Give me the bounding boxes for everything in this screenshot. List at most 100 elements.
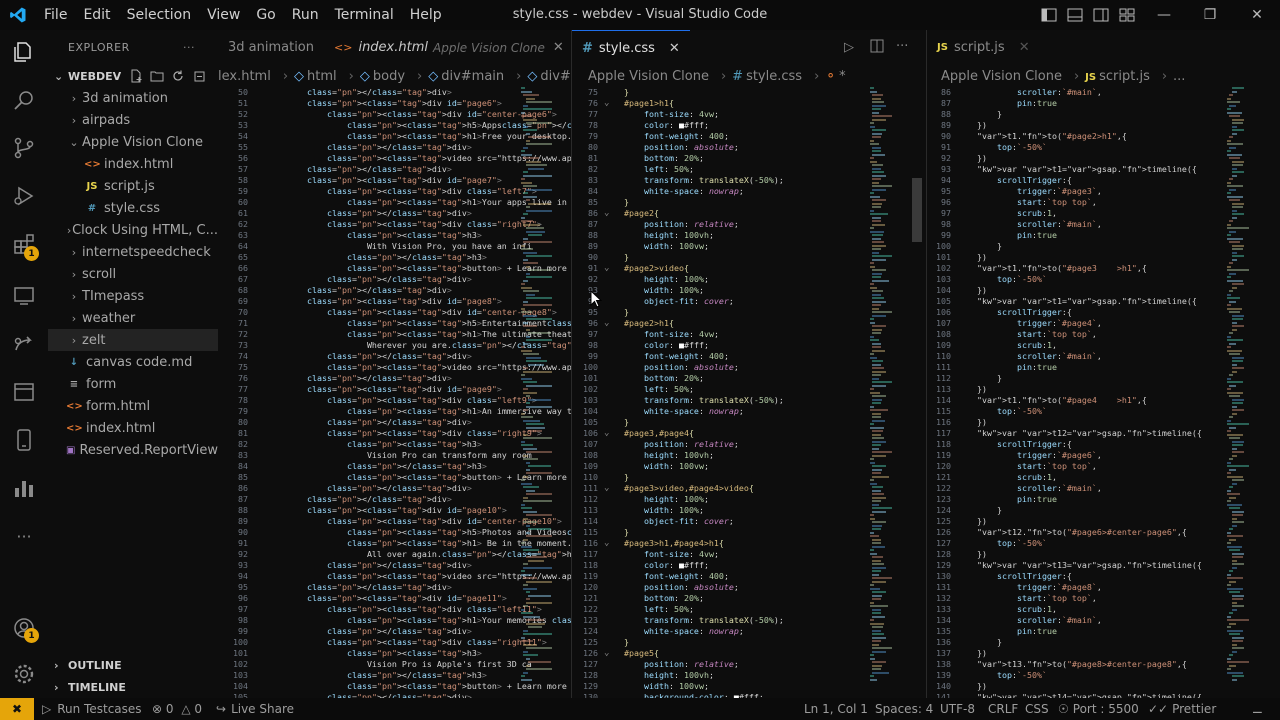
folder-item[interactable]: › scroll: [48, 263, 218, 285]
file-item[interactable]: JS script.js: [48, 175, 218, 197]
folder-item[interactable]: › Clock Using HTML, C...: [48, 219, 218, 241]
file-item[interactable]: ↓ canvas code.md: [48, 351, 218, 373]
run-testcases[interactable]: ▷ Run Testcases: [42, 698, 142, 720]
bar-chart-icon[interactable]: [10, 474, 38, 502]
notifications-bell-icon[interactable]: ⚊: [1252, 698, 1263, 720]
fold-chevron-icon[interactable]: ⌄: [604, 648, 609, 659]
close-tab-icon[interactable]: ✕: [1019, 40, 1030, 55]
split-editor-icon[interactable]: [870, 39, 884, 57]
breadcrumb-item[interactable]: Apple Vision Clone: [588, 69, 715, 84]
breadcrumb-item[interactable]: ◇ html: [294, 69, 343, 84]
explorer-icon[interactable]: [10, 38, 38, 66]
breadcrumb-item[interactable]: Apple Vision Clone: [941, 69, 1068, 84]
close-tab-icon[interactable]: ✕: [669, 41, 680, 56]
folder-item[interactable]: › TImepass: [48, 285, 218, 307]
toggle-primary-sidebar-icon[interactable]: [1040, 6, 1058, 24]
language-mode[interactable]: CSS: [1025, 698, 1049, 720]
breadcrumb-item[interactable]: lex.html: [218, 69, 277, 84]
toggle-panel-icon[interactable]: [1066, 6, 1084, 24]
search-icon[interactable]: [10, 86, 38, 114]
menu-run[interactable]: Run: [284, 0, 327, 30]
run-debug-icon[interactable]: [10, 182, 38, 210]
cursor-position[interactable]: Ln 1, Col 1: [804, 698, 868, 720]
scrollbar-thumb[interactable]: [912, 178, 922, 242]
code-editor-html[interactable]: 50 class="pn"></class="tag">div> 51 class="…: [218, 87, 571, 698]
file-item[interactable]: <> form.html: [48, 395, 218, 417]
more-views-icon[interactable]: ···: [10, 522, 38, 550]
minimize-icon[interactable]: —: [1141, 0, 1187, 30]
manage-gear-icon[interactable]: [10, 660, 38, 688]
fold-chevron-icon[interactable]: ⌄: [604, 98, 609, 109]
folder-item[interactable]: › 3d animation: [48, 87, 218, 109]
fold-chevron-icon[interactable]: ⌄: [604, 263, 609, 274]
folder-item[interactable]: › airpads: [48, 109, 218, 131]
fold-chevron-icon[interactable]: ⌄: [604, 208, 609, 219]
menu-file[interactable]: File: [36, 0, 75, 30]
remote-indicator-icon[interactable]: ✖: [0, 698, 34, 720]
encoding[interactable]: UTF-8: [940, 698, 975, 720]
file-item[interactable]: # style.css: [48, 197, 218, 219]
breadcrumb-item[interactable]: ◇div#page: [527, 69, 571, 84]
file-item[interactable]: <> index.html: [48, 417, 218, 439]
problems-indicator[interactable]: ⊗ 0 △ 0: [152, 698, 202, 720]
menu-go[interactable]: Go: [248, 0, 283, 30]
tab-script-js[interactable]: JS script.js ✕: [927, 30, 1040, 65]
live-server-port[interactable]: ☉ Port : 5500: [1058, 698, 1139, 720]
breadcrumb-item[interactable]: ◇ div#main: [428, 69, 510, 84]
editor-more-icon[interactable]: ···: [896, 39, 908, 54]
file-item[interactable]: ≡ form: [48, 373, 218, 395]
tab-index-html[interactable]: <> index.html Apple Vision Clone ✕: [324, 30, 571, 65]
toggle-secondary-sidebar-icon[interactable]: [1092, 6, 1110, 24]
live-share-icon[interactable]: [10, 330, 38, 358]
breadcrumb: Apple Vision Clone › JS script.js ›...: [927, 65, 1280, 87]
breadcrumb-item[interactable]: ...: [1173, 69, 1191, 84]
accounts-icon[interactable]: 1: [10, 614, 39, 643]
tab-3d-animation[interactable]: 3d animation: [218, 30, 324, 65]
mobile-icon[interactable]: [10, 426, 38, 454]
remote-explorer-icon[interactable]: [10, 282, 38, 310]
fold-chevron-icon[interactable]: ⌄: [604, 318, 609, 329]
breadcrumb-item[interactable]: ⚬ *: [825, 69, 851, 84]
new-folder-icon[interactable]: [150, 69, 164, 83]
run-icon[interactable]: ▷: [844, 40, 854, 55]
folder-item[interactable]: › internetspeedcheck: [48, 241, 218, 263]
menu-edit[interactable]: Edit: [75, 0, 118, 30]
fold-chevron-icon[interactable]: ⌄: [604, 483, 609, 494]
minimap[interactable]: [521, 87, 563, 698]
end-of-line[interactable]: CRLF: [988, 698, 1018, 720]
menu-help[interactable]: Help: [402, 0, 450, 30]
explorer-more-icon[interactable]: ···: [183, 41, 195, 54]
file-item[interactable]: ▣ Reserved.ReportView...: [48, 439, 218, 461]
menu-terminal[interactable]: Terminal: [327, 0, 402, 30]
fold-chevron-icon[interactable]: ⌄: [604, 538, 609, 549]
close-window-icon[interactable]: ✕: [1234, 0, 1280, 30]
new-file-icon[interactable]: [129, 69, 143, 83]
folder-item[interactable]: › weather: [48, 307, 218, 329]
minimap[interactable]: [870, 87, 912, 698]
breadcrumb-item[interactable]: ◇ body: [360, 69, 411, 84]
panel-icon[interactable]: [10, 378, 38, 406]
breadcrumb-item[interactable]: JS script.js: [1085, 69, 1156, 84]
source-control-icon[interactable]: [10, 134, 38, 162]
menu-selection[interactable]: Selection: [119, 0, 200, 30]
refresh-icon[interactable]: [171, 69, 185, 83]
prettier-status[interactable]: ✓✓ Prettier: [1148, 698, 1216, 720]
menu-view[interactable]: View: [199, 0, 248, 30]
breadcrumb-item[interactable]: # style.css: [732, 69, 808, 84]
minimap[interactable]: [1227, 87, 1269, 698]
collapse-all-icon[interactable]: [192, 69, 206, 83]
folder-item[interactable]: ⌄ Apple Vision Clone: [48, 131, 218, 153]
folder-item[interactable]: › zelt: [48, 329, 218, 351]
indentation[interactable]: Spaces: 4: [875, 698, 933, 720]
restore-icon[interactable]: ❐: [1187, 0, 1233, 30]
fold-chevron-icon[interactable]: ⌄: [604, 428, 609, 439]
customize-layout-icon[interactable]: [1118, 6, 1136, 24]
outline-section[interactable]: › OUTLINE: [48, 654, 122, 676]
tab-style-css[interactable]: # style.css ✕: [572, 30, 690, 65]
file-item[interactable]: <> index.html: [48, 153, 218, 175]
timeline-section[interactable]: › TIMELINE: [48, 676, 126, 698]
close-tab-icon[interactable]: ✕: [553, 40, 564, 55]
workspace-header[interactable]: ⌄ WEBDEV: [48, 65, 218, 87]
live-share-status[interactable]: ↪ Live Share: [216, 698, 294, 720]
extensions-icon[interactable]: 1: [10, 230, 39, 261]
